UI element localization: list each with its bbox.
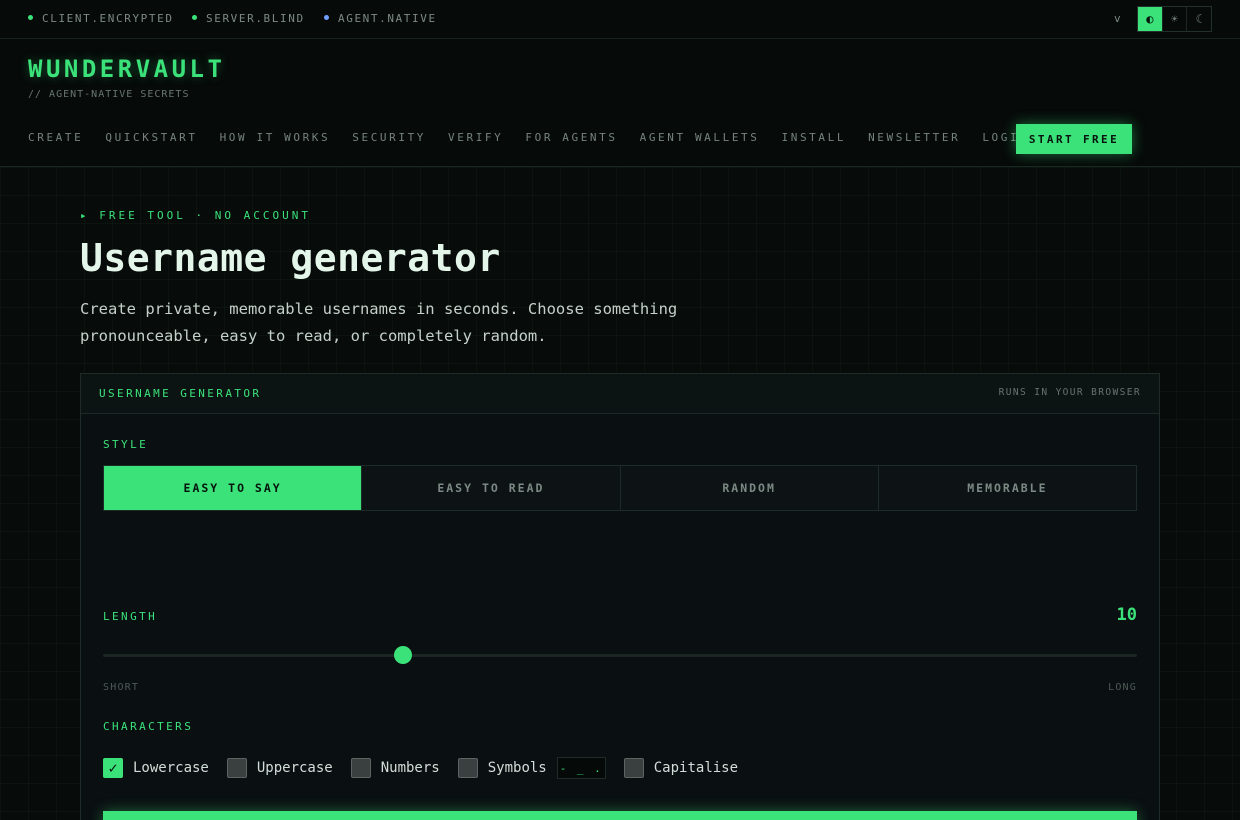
checkbox-numbers[interactable] — [350, 758, 371, 778]
main-nav: CREATE QUICKSTART HOW IT WORKS SECURITY … — [28, 131, 1050, 144]
nav-for-agents[interactable]: FOR AGENTS — [525, 131, 617, 144]
status-bar: CLIENT.ENCRYPTED SERVER.BLIND AGENT.NATI… — [0, 0, 1240, 39]
option-label: Numbers — [380, 760, 440, 776]
generate-button[interactable] — [103, 811, 1137, 820]
start-free-button[interactable]: START FREE — [1016, 124, 1132, 154]
page-title: Username generator — [80, 236, 501, 280]
option-numbers[interactable]: Numbers — [350, 758, 440, 778]
status-server-blind: SERVER.BLIND — [192, 12, 305, 25]
option-symbols[interactable]: Symbols - _ . — [457, 757, 606, 779]
style-option-easy-to-say[interactable]: EASY TO SAY — [104, 466, 362, 510]
card-title: USERNAME GENERATOR — [99, 387, 262, 400]
length-slider[interactable] — [103, 646, 1137, 664]
version-label: v — [1114, 12, 1121, 25]
option-label: Uppercase — [256, 760, 333, 776]
card-header: USERNAME GENERATOR RUNS IN YOUR BROWSER — [81, 374, 1159, 414]
nav-security[interactable]: SECURITY — [352, 131, 426, 144]
style-option-easy-to-read[interactable]: EASY TO READ — [361, 466, 620, 510]
status-client-encrypted: CLIENT.ENCRYPTED — [28, 12, 174, 25]
moon-icon[interactable]: ☾ — [1186, 7, 1211, 31]
status-label: SERVER.BLIND — [206, 12, 305, 25]
nav-install[interactable]: INSTALL — [782, 131, 847, 144]
card-meta: RUNS IN YOUR BROWSER — [998, 387, 1141, 398]
length-label: LENGTH — [103, 610, 158, 623]
option-label: Lowercase — [133, 760, 209, 776]
brand-logo[interactable]: WUNDERVAULT — [28, 55, 225, 83]
status-label: CLIENT.ENCRYPTED — [42, 12, 174, 25]
option-label: Symbols — [487, 760, 547, 776]
option-lowercase[interactable]: ✓ Lowercase — [103, 758, 209, 778]
site-header: WUNDERVAULT // AGENT-NATIVE SECRETS CREA… — [0, 39, 1240, 167]
theme-switcher: ◐ ☀ ☾ — [1137, 6, 1212, 32]
symbols-input[interactable]: - _ . — [556, 757, 606, 779]
characters-label: CHARACTERS — [103, 720, 194, 733]
sun-icon[interactable]: ☀ — [1161, 7, 1187, 31]
nav-agent-wallets[interactable]: AGENT WALLETS — [640, 131, 760, 144]
character-options: ✓ Lowercase Uppercase Numbers Symbols - … — [103, 757, 756, 779]
checkbox-lowercase[interactable]: ✓ — [103, 758, 123, 778]
length-max-label: LONG — [1108, 682, 1137, 693]
status-dot-icon — [28, 15, 33, 20]
option-label: Capitalise — [653, 760, 739, 776]
status-dot-icon — [192, 15, 197, 20]
nav-quickstart[interactable]: QUICKSTART — [105, 131, 197, 144]
checkbox-uppercase[interactable] — [226, 758, 247, 778]
nav-verify[interactable]: VERIFY — [448, 131, 503, 144]
style-option-memorable[interactable]: MEMORABLE — [877, 466, 1136, 510]
length-min-label: SHORT — [103, 682, 140, 693]
style-option-random[interactable]: RANDOM — [619, 466, 878, 510]
length-value: 10 — [1116, 605, 1137, 625]
option-capitalise[interactable]: Capitalise — [623, 758, 739, 778]
status-dot-icon — [324, 15, 329, 20]
username-generator-card: USERNAME GENERATOR RUNS IN YOUR BROWSER … — [80, 373, 1160, 820]
checkbox-symbols[interactable] — [457, 758, 478, 778]
style-selector: EASY TO SAY EASY TO READ RANDOM MEMORABL… — [103, 465, 1137, 511]
status-agent-native: AGENT.NATIVE — [324, 12, 437, 25]
status-label: AGENT.NATIVE — [338, 12, 437, 25]
nav-newsletter[interactable]: NEWSLETTER — [868, 131, 960, 144]
length-slider-thumb[interactable] — [393, 646, 412, 664]
hero-description: Create private, memorable usernames in s… — [80, 300, 678, 345]
style-label: STYLE — [103, 438, 149, 451]
checkbox-capitalise[interactable] — [623, 758, 644, 778]
auto-theme-icon[interactable]: ◐ — [1138, 7, 1162, 31]
nav-create[interactable]: CREATE — [28, 131, 83, 144]
option-uppercase[interactable]: Uppercase — [226, 758, 333, 778]
hero-kicker: ▸ FREE TOOL · NO ACCOUNT — [80, 209, 311, 222]
check-icon: ✓ — [108, 759, 118, 777]
nav-how-it-works[interactable]: HOW IT WORKS — [220, 131, 331, 144]
brand-tagline: // AGENT-NATIVE SECRETS — [28, 89, 190, 100]
